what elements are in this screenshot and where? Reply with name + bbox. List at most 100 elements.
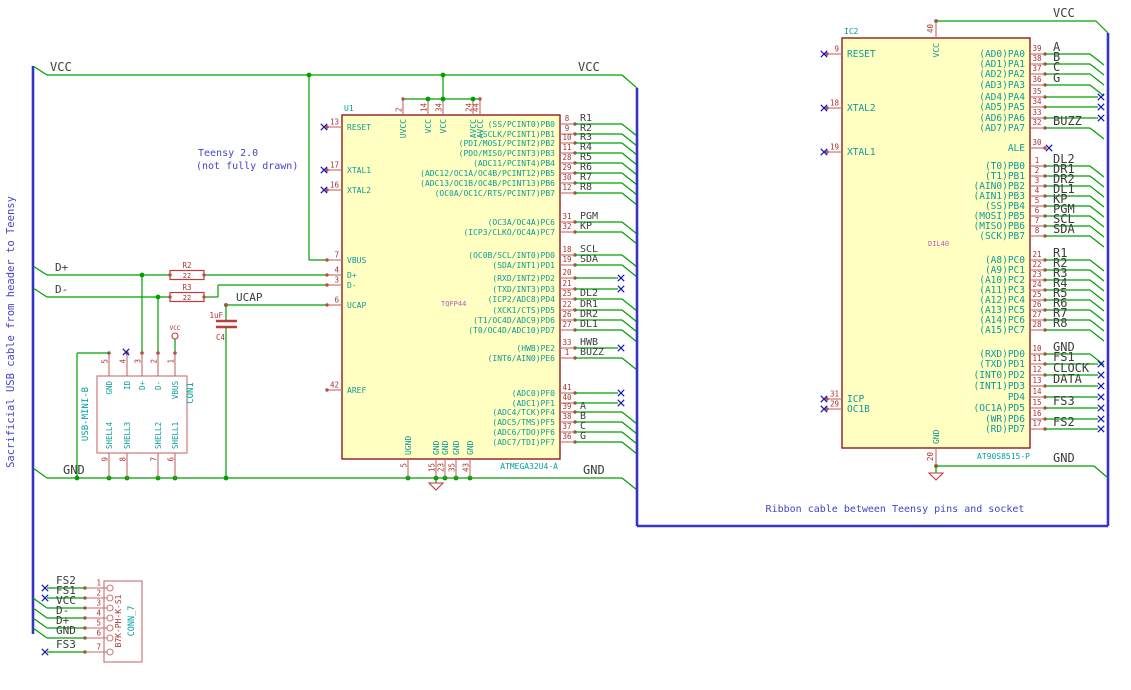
pin-end-dot (156, 351, 160, 355)
net-label-dminus[interactable]: D- (55, 283, 68, 296)
pin-name: (INT1)PD3 (974, 381, 1025, 392)
resistor-ref[interactable]: R2 (182, 261, 191, 270)
pin-number: 17 (330, 161, 339, 170)
pin-number: 34 (435, 102, 444, 112)
bus-entry-icon (621, 221, 638, 235)
net-label[interactable]: BUZZ (1053, 114, 1082, 128)
pin-number: 1 (167, 359, 176, 364)
pin-end-dot (202, 273, 206, 277)
u1-ref[interactable]: U1 (344, 104, 354, 113)
pin-number: 18 (830, 99, 840, 108)
pin-number: 22 (1032, 260, 1041, 269)
bus-entry-icon (1089, 185, 1105, 198)
net-label-vcc[interactable]: VCC (578, 60, 600, 74)
net-label[interactable]: R8 (580, 182, 592, 193)
net-label-gnd[interactable]: GND (583, 463, 605, 477)
pin-name: D- (347, 281, 357, 290)
note-ribbon[interactable]: Ribbon cable between Teensy pins and soc… (766, 504, 1025, 515)
no-connect-icon (1097, 393, 1105, 401)
pin-name: UGND (404, 436, 413, 455)
bus-entry-icon (621, 329, 638, 343)
usb-connector-ref[interactable]: CON1 (186, 382, 196, 404)
bus-entry-icon (621, 231, 638, 245)
pin-name: SHELL1 (171, 422, 180, 449)
pin-number: 4 (96, 609, 101, 618)
pin-number: 3 (134, 359, 143, 364)
pin-number: 5 (101, 359, 110, 364)
pin-name: (SDA/INT1)PD1 (492, 261, 555, 270)
net-label[interactable]: FS3 (56, 638, 76, 651)
net-label[interactable]: KP (580, 221, 592, 232)
bus-entry-icon (32, 597, 48, 609)
pin-number: 15 (1032, 398, 1041, 407)
pin-name: (ADC13/OC1B/OC4B/PCINT13)PB6 (420, 179, 555, 188)
bus-entry-icon (32, 287, 48, 298)
junction-dot (306, 72, 312, 78)
pin-name: GND (105, 381, 114, 395)
pin-number: 25 (562, 289, 571, 298)
capacitor-ref[interactable]: C4 (216, 333, 226, 342)
net-label[interactable]: BUZZ (580, 347, 604, 358)
net-label[interactable]: SDA (580, 254, 598, 265)
ground-symbol[interactable] (927, 472, 945, 481)
pin-name: (RXD/INT2)PD2 (492, 274, 555, 283)
net-label[interactable]: G (1053, 71, 1060, 85)
conn7-pin-circle (106, 584, 114, 592)
pin-number: 7 (334, 251, 339, 260)
net-label[interactable]: GND (56, 624, 76, 637)
bus-entry-icon (1089, 289, 1105, 302)
net-label[interactable]: DATA (1053, 372, 1083, 386)
bus-entry-icon (621, 298, 638, 312)
net-label[interactable]: R8 (1053, 316, 1067, 330)
pin-number: 2 (96, 589, 101, 598)
net-label-vcc[interactable]: VCC (1053, 6, 1075, 20)
net-label[interactable]: SDA (1053, 222, 1075, 236)
note-left-margin[interactable]: Sacrificial USB cable from header to Tee… (5, 196, 17, 468)
conn7-pin-circle (106, 624, 114, 632)
net-label[interactable]: FS3 (1053, 394, 1075, 408)
pin-name: GND (432, 440, 441, 455)
pin-number: 8 (1035, 226, 1040, 235)
pin-name: (ADC6/TDO)PF6 (492, 428, 555, 437)
net-label-gnd[interactable]: GND (1053, 451, 1075, 465)
pin-number: 19 (562, 255, 571, 264)
pin-name: (INT6/AIN0)PE6 (488, 354, 556, 363)
capacitor-value[interactable]: 1uF (209, 311, 223, 320)
pin-name: (PDI/MOSI/PCINT2)PB2 (459, 139, 556, 148)
net-label[interactable]: DL1 (580, 319, 598, 330)
resistor-value[interactable]: 22 (183, 272, 191, 280)
net-label[interactable]: FS2 (1053, 415, 1075, 429)
pin-number: 4 (119, 359, 128, 364)
ic2-ref[interactable]: IC2 (844, 27, 859, 36)
conn7-ref[interactable]: CONN_7 (127, 606, 137, 637)
pin-number: 12 (562, 183, 571, 192)
net-label-dplus[interactable]: D+ (55, 261, 69, 274)
u1-value[interactable]: TQFP44 (441, 300, 466, 308)
note-teensy[interactable]: (not fully drawn) (196, 161, 298, 172)
vcc-power-symbol[interactable] (171, 332, 179, 340)
pin-name: (OC3A/OC4A)PC6 (488, 218, 556, 227)
conn7-value[interactable]: B7K-PH-K-S1 (114, 594, 123, 647)
ground-symbol[interactable] (427, 482, 445, 491)
pin-number: 5 (96, 619, 101, 628)
ic2-value[interactable]: DIL40 (928, 240, 949, 248)
note-teensy[interactable]: Teensy 2.0 (198, 148, 258, 159)
ic2-part[interactable]: AT90S8515-P (977, 452, 1030, 461)
pin-number: 15 (428, 463, 437, 472)
net-label[interactable]: DL2 (580, 288, 598, 299)
pin-number: 13 (330, 118, 339, 127)
vcc-power-label: VCC (170, 325, 181, 332)
net-label[interactable]: G (580, 431, 586, 442)
resistor-value[interactable]: 22 (183, 294, 191, 302)
bus-entry-icon (1089, 63, 1105, 76)
pin-number: 10 (1032, 344, 1042, 353)
pin-number: 21 (1032, 250, 1041, 259)
net-label-gnd[interactable]: GND (63, 463, 85, 477)
pin-name: SHELL3 (123, 422, 132, 449)
pin-number: 39 (562, 402, 571, 411)
usb-connector-value[interactable]: USB-MINI-B (81, 387, 91, 441)
resistor-ref[interactable]: R3 (182, 283, 191, 292)
net-label-ucap[interactable]: UCAP (236, 291, 263, 304)
u1-part[interactable]: ATMEGA32U4-A (500, 462, 558, 471)
net-label-vcc[interactable]: VCC (50, 60, 72, 74)
